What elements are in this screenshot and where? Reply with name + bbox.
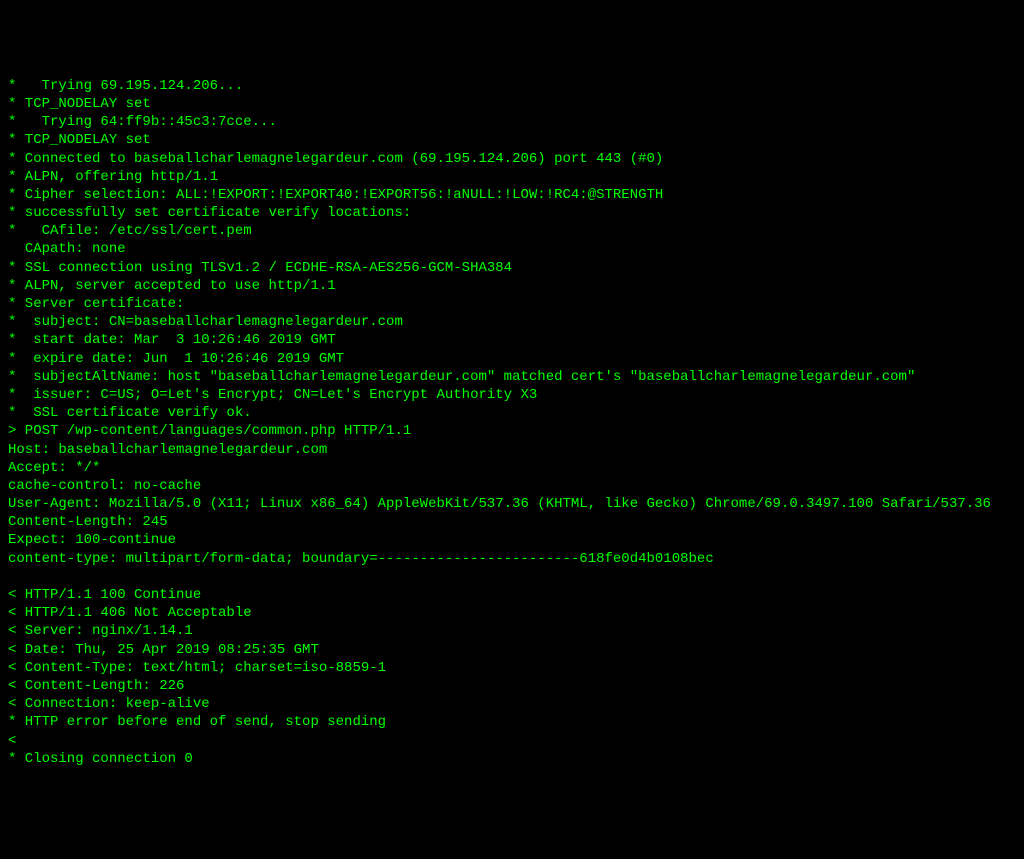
terminal-line: * HTTP error before end of send, stop se… (8, 713, 1016, 731)
terminal-line: < HTTP/1.1 406 Not Acceptable (8, 604, 1016, 622)
terminal-line: * subjectAltName: host "baseballcharlema… (8, 368, 1016, 386)
terminal-line: < Connection: keep-alive (8, 695, 1016, 713)
terminal-line: * issuer: C=US; O=Let's Encrypt; CN=Let'… (8, 386, 1016, 404)
terminal-line: < Content-Type: text/html; charset=iso-8… (8, 659, 1016, 677)
terminal-line: User-Agent: Mozilla/5.0 (X11; Linux x86_… (8, 495, 1016, 513)
terminal-line: * ALPN, server accepted to use http/1.1 (8, 277, 1016, 295)
terminal-line: < HTTP/1.1 100 Continue (8, 586, 1016, 604)
terminal-line: * Trying 69.195.124.206... (8, 77, 1016, 95)
terminal-line: * start date: Mar 3 10:26:46 2019 GMT (8, 331, 1016, 349)
terminal-line: Content-Length: 245 (8, 513, 1016, 531)
terminal-line: < Server: nginx/1.14.1 (8, 622, 1016, 640)
terminal-line: * ALPN, offering http/1.1 (8, 168, 1016, 186)
terminal-line: * subject: CN=baseballcharlemagnelegarde… (8, 313, 1016, 331)
terminal-line: * Server certificate: (8, 295, 1016, 313)
terminal-line: * Cipher selection: ALL:!EXPORT:!EXPORT4… (8, 186, 1016, 204)
terminal-line: * Connected to baseballcharlemagnelegard… (8, 150, 1016, 168)
terminal-line: * SSL certificate verify ok. (8, 404, 1016, 422)
terminal-line: Accept: */* (8, 459, 1016, 477)
terminal-line: * expire date: Jun 1 10:26:46 2019 GMT (8, 350, 1016, 368)
terminal-line: > POST /wp-content/languages/common.php … (8, 422, 1016, 440)
terminal-line: * CAfile: /etc/ssl/cert.pem (8, 222, 1016, 240)
terminal-line: < Date: Thu, 25 Apr 2019 08:25:35 GMT (8, 641, 1016, 659)
terminal-line (8, 568, 1016, 586)
terminal-line: content-type: multipart/form-data; bound… (8, 550, 1016, 568)
terminal-line: * SSL connection using TLSv1.2 / ECDHE-R… (8, 259, 1016, 277)
terminal-line: * Closing connection 0 (8, 750, 1016, 768)
terminal-line: * TCP_NODELAY set (8, 131, 1016, 149)
terminal-line: Expect: 100-continue (8, 531, 1016, 549)
terminal-line: Host: baseballcharlemagnelegardeur.com (8, 441, 1016, 459)
terminal-line: * Trying 64:ff9b::45c3:7cce... (8, 113, 1016, 131)
terminal-line: * successfully set certificate verify lo… (8, 204, 1016, 222)
terminal-line: < Content-Length: 226 (8, 677, 1016, 695)
terminal-line: < (8, 732, 1016, 750)
terminal-line: cache-control: no-cache (8, 477, 1016, 495)
terminal-output: * Trying 69.195.124.206...* TCP_NODELAY … (8, 77, 1016, 768)
terminal-line: CApath: none (8, 240, 1016, 258)
terminal-line: * TCP_NODELAY set (8, 95, 1016, 113)
